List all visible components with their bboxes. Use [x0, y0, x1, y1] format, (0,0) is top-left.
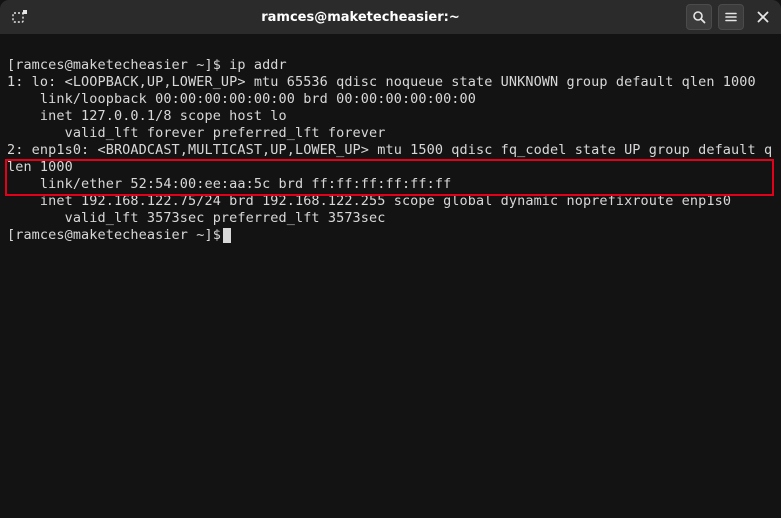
- search-button[interactable]: [686, 4, 712, 30]
- window-title: ramces@maketecheasier:~: [39, 9, 682, 26]
- prompt: [ramces@maketecheasier ~]$: [7, 57, 229, 73]
- output-line: link/ether 52:54:00:ee:aa:5c brd ff:ff:f…: [7, 176, 777, 193]
- hamburger-icon: [724, 10, 738, 24]
- prompt-line-empty: [ramces@maketecheasier ~]$: [7, 227, 777, 244]
- output-line: 1: lo: <LOOPBACK,UP,LOWER_UP> mtu 65536 …: [7, 74, 777, 91]
- prompt: [ramces@maketecheasier ~]$: [7, 227, 221, 243]
- search-icon: [692, 10, 706, 24]
- prompt-line: [ramces@maketecheasier ~]$ ip addr: [7, 57, 777, 74]
- text-cursor: [223, 228, 231, 243]
- output-line: link/loopback 00:00:00:00:00:00 brd 00:0…: [7, 91, 777, 108]
- terminal-viewport[interactable]: [ramces@maketecheasier ~]$ ip addr1: lo:…: [0, 34, 781, 278]
- command-text: ip addr: [229, 57, 287, 73]
- output-line-highlighted: 2: enp1s0: <BROADCAST,MULTICAST,UP,LOWER…: [7, 142, 777, 176]
- new-tab-button[interactable]: [5, 4, 35, 30]
- close-icon: [757, 11, 769, 23]
- terminal-new-tab-icon: [12, 9, 28, 25]
- output-line: inet 192.168.122.75/24 brd 192.168.122.2…: [7, 193, 777, 210]
- output-line: valid_lft 3573sec preferred_lft 3573sec: [7, 210, 777, 227]
- close-button[interactable]: [750, 4, 776, 30]
- output-line: valid_lft forever preferred_lft forever: [7, 125, 777, 142]
- window-titlebar: ramces@maketecheasier:~: [0, 0, 781, 34]
- menu-button[interactable]: [718, 4, 744, 30]
- output-line: inet 127.0.0.1/8 scope host lo: [7, 108, 777, 125]
